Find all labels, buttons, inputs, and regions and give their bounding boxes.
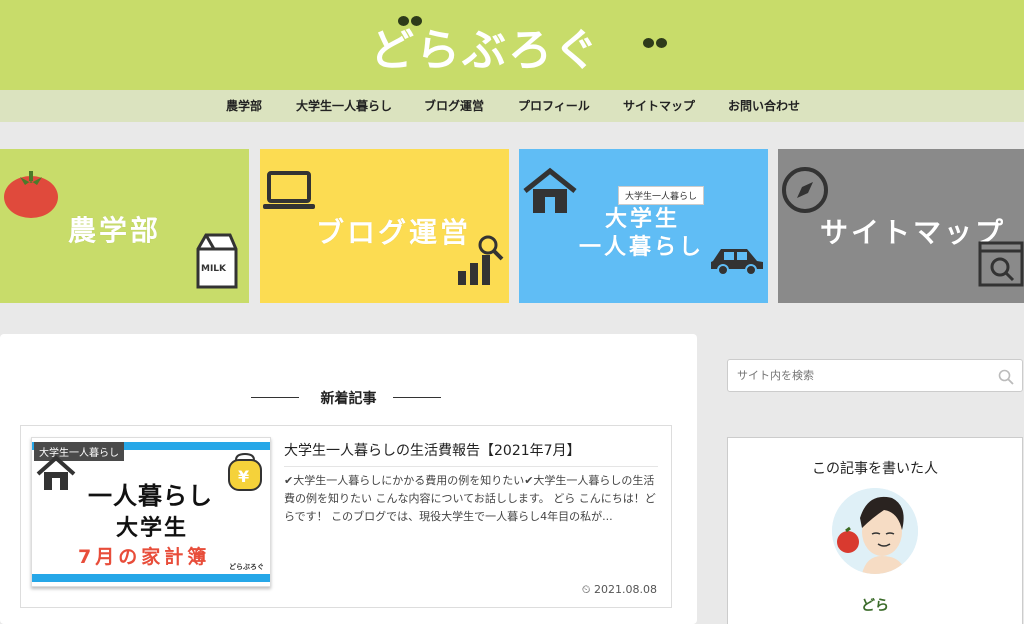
logo-dots-right bbox=[643, 38, 669, 48]
thumbnail-bottom-bar bbox=[32, 574, 270, 582]
sidebar-search bbox=[727, 359, 1023, 392]
category-banner-blog[interactable]: ブログ運営 bbox=[260, 149, 509, 303]
svg-text:MILK: MILK bbox=[201, 264, 227, 274]
thumbnail-title-line1: 一人暮らし bbox=[88, 482, 213, 510]
post-thumbnail[interactable]: 大学生一人暮らし 一人暮らし ¥ 大学生 7月の家計簿 どらぶろぐ bbox=[31, 437, 271, 587]
category-banner-sitemap[interactable]: サイトマップ bbox=[778, 149, 1024, 303]
nav-item-blog[interactable]: ブログ運営 bbox=[424, 97, 484, 114]
post-date: ⏲ 2021.08.08 bbox=[582, 583, 657, 597]
search-icon[interactable] bbox=[998, 369, 1014, 385]
nav-item-agriculture[interactable]: 農学部 bbox=[226, 97, 262, 114]
post-excerpt: ✔大学生一人暮らしにかかる費用の例を知りたい✔大学生一人暮らしの生活費の例を知り… bbox=[284, 474, 656, 523]
section-divider-right bbox=[393, 397, 441, 398]
thumbnail-title-line3: 7月の家計簿 bbox=[78, 546, 211, 568]
wallet-yen-icon: ¥ bbox=[228, 452, 262, 491]
post-date-text: 2021.08.08 bbox=[594, 583, 657, 596]
logo-dots-left bbox=[398, 16, 424, 26]
thumbnail-logo: どらぶろぐ bbox=[229, 563, 264, 571]
compass-icon bbox=[782, 167, 828, 213]
category-banner-agriculture[interactable]: 農学部 MILK bbox=[0, 149, 249, 303]
avatar-image bbox=[832, 488, 918, 574]
house-icon bbox=[523, 167, 577, 213]
site-logo[interactable]: どらぶろぐ bbox=[0, 0, 1024, 90]
banner-label-agriculture: 農学部 bbox=[68, 214, 162, 247]
main-content: 新着記事 大学生一人暮らし 一人暮らし ¥ 大学生 7月の家計簿 どらぶろぐ 大… bbox=[0, 334, 697, 624]
author-widget-title: この記事を書いた人 bbox=[812, 461, 938, 477]
author-widget: この記事を書いた人 どら bbox=[727, 437, 1023, 624]
nav-item-sitemap[interactable]: サイトマップ bbox=[623, 97, 695, 114]
author-name[interactable]: どら bbox=[728, 595, 1022, 615]
clock-icon: ⏲ bbox=[581, 583, 591, 596]
car-icon bbox=[711, 249, 763, 275]
post-title[interactable]: 大学生一人暮らしの生活費報告【2021年7月】 bbox=[284, 440, 581, 460]
nav-item-contact[interactable]: お問い合わせ bbox=[728, 97, 800, 114]
house-icon bbox=[36, 455, 76, 490]
banner-label-blog: ブログ運営 bbox=[316, 216, 472, 249]
chart-search-icon bbox=[458, 235, 504, 285]
avatar[interactable] bbox=[832, 488, 918, 574]
site-header: どらぶろぐ bbox=[0, 0, 1024, 90]
svg-text:¥: ¥ bbox=[238, 467, 249, 486]
laptop-icon bbox=[263, 171, 315, 209]
global-nav: 農学部 大学生一人暮らし ブログ運営 プロフィール サイトマップ お問い合わせ bbox=[0, 90, 1024, 122]
tomato-icon bbox=[4, 171, 58, 218]
nav-item-profile[interactable]: プロフィール bbox=[518, 97, 590, 114]
post-card[interactable]: 大学生一人暮らし 一人暮らし ¥ 大学生 7月の家計簿 どらぶろぐ 大学生一人暮… bbox=[20, 425, 672, 608]
section-title: 新着記事 bbox=[320, 391, 377, 407]
category-banner-student-life[interactable]: 大学生一人暮らし 大学生 一人暮らし bbox=[519, 149, 768, 303]
milk-carton-icon: MILK bbox=[196, 233, 238, 289]
post-title-divider bbox=[284, 466, 658, 467]
browser-search-icon bbox=[978, 241, 1024, 287]
banner-label-student-line2: 一人暮らし bbox=[579, 235, 705, 260]
thumbnail-title-line2: 大学生 bbox=[116, 516, 189, 541]
nav-item-student-life[interactable]: 大学生一人暮らし bbox=[296, 97, 392, 114]
search-input[interactable] bbox=[728, 360, 988, 391]
